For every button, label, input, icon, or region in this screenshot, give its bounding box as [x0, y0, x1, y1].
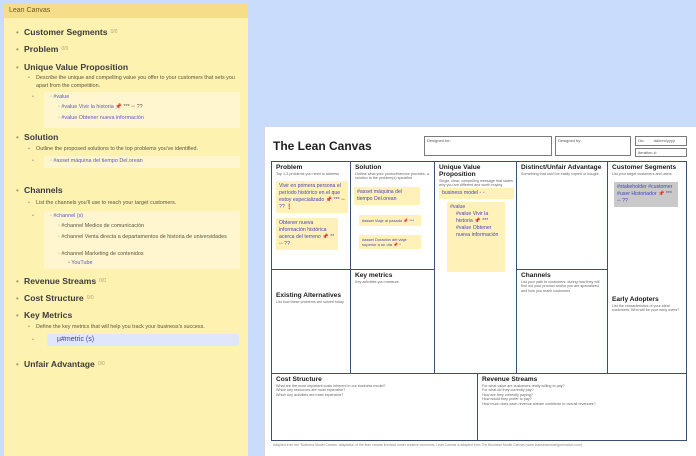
- uvp-item-vivir[interactable]: ◦ #value Vivir la historia 📌 *** ◦◦ ??: [58, 104, 143, 110]
- channels-bullet: •: [32, 213, 34, 219]
- uvp-sticky-obtener[interactable]: #value Obtener nueva información: [450, 225, 502, 239]
- metric-bullet: •: [32, 337, 34, 343]
- section-count: 0/0: [99, 278, 107, 284]
- solution-cell[interactable]: Solution Outline what your product/servi…: [351, 162, 435, 270]
- uvp-sticky-business-model[interactable]: business model ◦ ◦: [439, 188, 514, 199]
- revenue-streams-title: Revenue Streams: [482, 376, 538, 383]
- key-metrics-description: • Define the key metrics that will help y…: [28, 324, 205, 330]
- channel-item-venta[interactable]: ◦ #channel Venta directa a departamentos…: [58, 233, 234, 241]
- uvp-items-box: [44, 92, 240, 128]
- date-field[interactable]: On: dd/mm/yyyy: [635, 136, 687, 146]
- problem-title: Problem: [276, 164, 303, 171]
- section-label: Unfair Advantage: [24, 359, 95, 369]
- outline-panel: Lean Canvas • Customer Segments 0/0 • Probl…: [4, 4, 248, 456]
- section-solution[interactable]: • Solution: [4, 132, 58, 142]
- uvp-subtitle: Single, clear, compelling message that s…: [439, 179, 513, 188]
- section-uvp[interactable]: • Unique Value Proposition: [4, 62, 128, 72]
- section-label: Problem: [24, 44, 59, 54]
- solution-description: • Outline the proposed solutions to the t…: [28, 146, 198, 152]
- problem-sticky-obtener[interactable]: Obtener nueva información histórica acer…: [276, 218, 338, 250]
- section-label: Key Metrics: [24, 310, 73, 320]
- designed-by-field[interactable]: Designed by:: [555, 136, 631, 156]
- channel-item-marketing[interactable]: ◦ #channel Marketing de contenidos: [58, 251, 144, 257]
- unfair-advantage-cell[interactable]: Distinct/Unfair Advantage Something that…: [517, 162, 608, 270]
- solution-sticky-viaje[interactable]: #asset Viaje al pasado 📌 ***: [359, 215, 421, 226]
- uvp-description: • Describe the unique and compelling valu…: [28, 75, 235, 89]
- problem-sticky-vivir[interactable]: Vivir en primera persona el período hist…: [276, 181, 348, 213]
- section-label: Revenue Streams: [24, 276, 97, 286]
- uvp-sticky-value[interactable]: #value: [450, 204, 502, 211]
- channels-cell[interactable]: Channels List your path to customers: du…: [517, 270, 608, 374]
- canvas-grid: Problem Top 1-3 problems you need to add…: [271, 161, 687, 441]
- section-unfair-advantage[interactable]: • Unfair Advantage 0/0: [4, 359, 105, 369]
- unfair-advantage-title: Distinct/Unfair Advantage: [521, 164, 602, 171]
- customer-segments-subtitle: List your target customers and users: [612, 172, 672, 176]
- problem-cell[interactable]: Problem Top 1-3 problems you need to add…: [272, 162, 351, 270]
- metric-item[interactable]: µ#metric (s): [47, 334, 239, 346]
- solution-bullet: •: [32, 158, 34, 164]
- section-problem[interactable]: • Problem 0/0: [4, 44, 68, 54]
- section-count: 0/0: [110, 29, 118, 35]
- cost-structure-title: Cost Structure: [276, 376, 322, 383]
- uvp-sticky-vivir[interactable]: #value Vivir la historia 📌 ***: [450, 211, 502, 225]
- uvp-title: Unique Value Proposition: [439, 164, 481, 178]
- channels-subtitle: List your path to customers: during how …: [521, 280, 600, 293]
- section-count: 0/0: [61, 46, 69, 52]
- customer-sticky-stakeholder[interactable]: #stakeholder #customer #user Historiador…: [614, 182, 678, 207]
- problem-subtitle: Top 1-3 problems you need to address: [276, 172, 339, 176]
- lean-canvas-page: The Lean Canvas Designed for: Designed b…: [264, 127, 696, 456]
- uvp-cell[interactable]: Unique Value Proposition Single, clear, …: [435, 162, 517, 374]
- early-adopters-title: Early Adopters: [612, 296, 659, 303]
- revenue-line: How much does each revenue stream contri…: [482, 401, 596, 406]
- customer-segments-title: Customer Segments: [612, 164, 677, 171]
- channel-item-root[interactable]: ◦ #channel (s): [50, 213, 83, 219]
- solution-item-asset[interactable]: ◦ #asset máquina del tiempo Del.orean: [50, 158, 143, 164]
- solution-subtitle: Outline what your product/service provid…: [355, 172, 429, 181]
- early-adopters-subtitle: List the characteristics of your ideal c…: [612, 304, 680, 313]
- cost-line: Which key activities are most expensive?: [276, 392, 344, 397]
- existing-alternatives-subtitle: List how these problems are solved today: [276, 300, 344, 304]
- key-metrics-subtitle: Key activities you measure: [355, 280, 399, 284]
- existing-alternatives-cell[interactable]: Existing Alternatives List how these pro…: [272, 270, 351, 374]
- section-channels[interactable]: • Channels: [4, 185, 63, 195]
- section-count: 0/0: [97, 361, 105, 367]
- outline-title: Lean Canvas: [4, 4, 248, 18]
- early-adopters-cell[interactable]: Early Adopters List the characteristics …: [608, 270, 686, 374]
- section-label: Solution: [24, 132, 59, 142]
- section-customer-segments[interactable]: • Customer Segments 0/0: [4, 27, 118, 37]
- channel-item-youtube[interactable]: • YouTube: [68, 260, 92, 266]
- solution-title: Solution: [355, 164, 382, 171]
- uvp-item-root[interactable]: ◦ #value: [50, 94, 69, 100]
- section-label: Cost Structure: [24, 293, 84, 303]
- section-revenue-streams[interactable]: • Revenue Streams 0/0: [4, 276, 106, 286]
- channel-item-medios[interactable]: ◦ #channel Medios de comunicación: [58, 223, 144, 229]
- solution-sticky-asset[interactable]: #asset máquina del tiempo Del.orean: [354, 187, 420, 205]
- section-count: 0/0: [86, 295, 94, 301]
- section-key-metrics[interactable]: • Key Metrics: [4, 310, 72, 320]
- unfair-advantage-subtitle: Something that can't be easily copied or…: [521, 172, 599, 176]
- canvas-title: The Lean Canvas: [273, 139, 372, 153]
- solution-sticky-duracion[interactable]: #asset Duración del viaje superior a un …: [359, 235, 421, 249]
- revenue-streams-cell[interactable]: Revenue Streams For what value are custo…: [478, 374, 686, 440]
- section-cost-structure[interactable]: • Cost Structure 0/0: [4, 293, 94, 303]
- channels-description: • List the channels you'll use to reach y…: [28, 200, 177, 206]
- iteration-field[interactable]: Iteration #:: [635, 148, 687, 157]
- uvp-sticky-group[interactable]: #value #value Vivir la historia 📌 *** #v…: [447, 202, 505, 272]
- channels-title: Channels: [521, 272, 551, 279]
- cost-structure-cell[interactable]: Cost Structure What are the most importa…: [272, 374, 478, 440]
- uvp-item-obtener[interactable]: ◦ #value Obtener nueva información: [58, 115, 144, 121]
- canvas-footer-note: Adapted from the 'Business Model Canvas'…: [273, 443, 583, 447]
- customer-segments-cell[interactable]: Customer Segments List your target custo…: [608, 162, 686, 270]
- section-label: Unique Value Proposition: [24, 62, 129, 72]
- designed-for-field[interactable]: Designed for:: [424, 136, 552, 156]
- section-label: Channels: [24, 185, 63, 195]
- uvp-bullet: •: [32, 94, 34, 100]
- key-metrics-title: Key metrics: [355, 272, 393, 279]
- existing-alternatives-title: Existing Alternatives: [276, 292, 341, 299]
- key-metrics-cell[interactable]: Key metrics Key activities you measure: [351, 270, 435, 374]
- section-label: Customer Segments: [24, 27, 108, 37]
